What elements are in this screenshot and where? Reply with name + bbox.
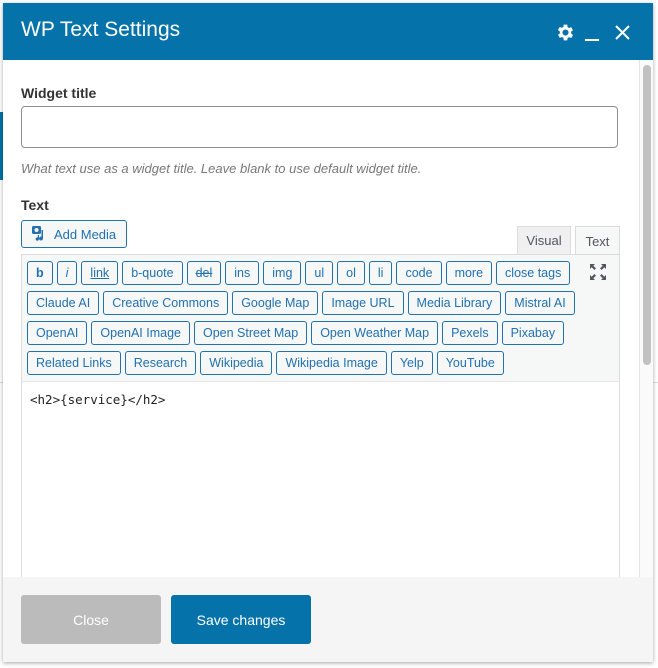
dialog-body: Widget title What text use as a widget t… [3,60,639,577]
quicktag-wikipedia-image-button[interactable]: Wikipedia Image [276,351,387,375]
quicktag-link-button[interactable]: link [81,261,119,285]
quicktag-image-url-button[interactable]: Image URL [322,291,404,315]
fullscreen-icon[interactable] [589,263,607,281]
quicktag-img-button[interactable]: img [263,261,302,285]
widget-title-input[interactable] [21,106,618,148]
quicktag-ol-button[interactable]: ol [337,261,365,285]
quicktag-yelp-button[interactable]: Yelp [390,351,433,375]
quicktag-claude-ai-button[interactable]: Claude AI [27,291,100,315]
widget-title-label: Widget title [21,85,97,101]
quicktag-media-library-button[interactable]: Media Library [407,291,502,315]
add-media-label: Add Media [54,226,117,242]
quicktag-ins-button[interactable]: ins [225,261,260,285]
widget-title-hint: What text use as a widget title. Leave b… [21,161,422,176]
quicktag-b-button[interactable]: b [27,261,53,285]
quicktag-wikipedia-button[interactable]: Wikipedia [200,351,273,375]
quicktag-more-button[interactable]: more [445,261,493,285]
quicktag-open-weather-map-button[interactable]: Open Weather Map [311,321,439,345]
dialog-footer: Close Save changes [3,577,653,662]
quicktags-row: Related Links Research Wikipedia Wikipedia … [27,351,619,375]
gear-icon[interactable] [554,21,576,43]
quicktag-i-button[interactable]: i [56,261,78,285]
minimize-icon[interactable] [583,21,601,43]
quicktag-pixabay-button[interactable]: Pixabay [501,321,565,345]
quicktag-google-map-button[interactable]: Google Map [232,291,319,315]
quicktags-row: Claude AI Creative Commons Google Map Image… [27,291,619,315]
quicktag-ul-button[interactable]: ul [305,261,334,285]
wp-text-settings-dialog: WP Text Settings Widget title What text … [3,3,653,662]
quicktag-openai-button[interactable]: OpenAI [27,321,88,345]
close-icon[interactable] [612,21,632,43]
quicktag-b-quote-button[interactable]: b-quote [122,261,183,285]
quicktag-creative-commons-button[interactable]: Creative Commons [103,291,229,315]
tab-text[interactable]: Text [575,226,620,255]
quicktag-close-tags-button[interactable]: close tags [496,261,571,285]
scrollbar-thumb[interactable] [643,65,651,365]
quicktag-code-button[interactable]: code [396,261,442,285]
tab-visual[interactable]: Visual [517,226,571,254]
quicktag-youtube-button[interactable]: YouTube [436,351,504,375]
media-icon [31,224,48,244]
close-button[interactable]: Close [21,595,161,644]
quicktag-mistral-ai-button[interactable]: Mistral AI [505,291,575,315]
add-media-button[interactable]: Add Media [21,220,127,248]
quicktag-related-links-button[interactable]: Related Links [27,351,121,375]
quicktag-open-street-map-button[interactable]: Open Street Map [194,321,308,345]
quicktag-openai-image-button[interactable]: OpenAI Image [91,321,190,345]
scrollbar[interactable] [639,60,653,577]
quicktag-pexels-button[interactable]: Pexels [442,321,498,345]
quicktags-row: OpenAI OpenAI Image Open Street Map Open We… [27,321,619,345]
text-label: Text [21,197,49,213]
dialog-header: WP Text Settings [3,3,653,60]
quicktag-li-button[interactable]: li [368,261,393,285]
save-changes-button[interactable]: Save changes [171,595,311,644]
dialog-title: WP Text Settings [21,18,181,41]
quicktags-row: b i link b-quote del ins img ul ol li code more clos… [27,261,619,285]
text-editor-textarea[interactable]: <h2>{service}</h2> [21,381,620,577]
quicktag-research-button[interactable]: Research [124,351,197,375]
quicktags-toolbar: b i link b-quote del ins img ul ol li code more clos… [21,254,620,382]
quicktag-del-button[interactable]: del [186,261,222,285]
